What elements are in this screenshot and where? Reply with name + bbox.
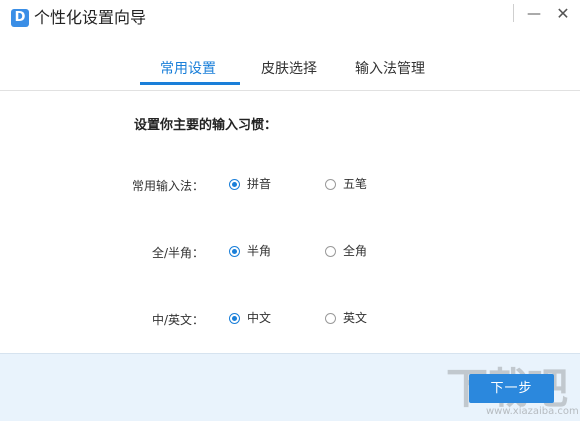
setting-label-language: 中/英文： [151, 313, 204, 327]
radio-checked-icon[interactable] [229, 179, 240, 190]
app-logo-icon: D [11, 9, 29, 27]
option-label: 英文 [343, 311, 368, 325]
radio-checked-icon[interactable] [229, 246, 240, 257]
setting-label-input-method: 常用输入法： [131, 179, 204, 193]
option-label: 五笔 [343, 177, 368, 191]
option-label: 全角 [343, 244, 368, 258]
active-tab-indicator [140, 82, 240, 85]
tab-skin-selection[interactable]: 皮肤选择 [261, 58, 317, 78]
radio-checked-icon[interactable] [229, 313, 240, 324]
section-title: 设置你主要的输入习惯： [134, 118, 278, 133]
tab-bar: 常用设置 皮肤选择 输入法管理 [0, 40, 580, 91]
titlebar-divider [513, 4, 514, 22]
window-title: 个性化设置向导 [34, 8, 147, 27]
option-label: 中文 [247, 311, 272, 325]
option-label: 拼音 [247, 177, 272, 191]
next-button[interactable]: 下一步 [469, 374, 554, 403]
minimize-button[interactable]: — [522, 3, 546, 25]
setting-label-width: 全/半角： [151, 246, 204, 260]
option-label: 半角 [247, 244, 272, 258]
title-bar: D 个性化设置向导 — ✕ [0, 0, 580, 40]
radio-unchecked-icon[interactable] [325, 246, 336, 257]
radio-unchecked-icon[interactable] [325, 179, 336, 190]
tab-ime-management[interactable]: 输入法管理 [355, 58, 425, 78]
close-button[interactable]: ✕ [551, 3, 575, 25]
tab-common-settings[interactable]: 常用设置 [160, 58, 216, 78]
radio-unchecked-icon[interactable] [325, 313, 336, 324]
